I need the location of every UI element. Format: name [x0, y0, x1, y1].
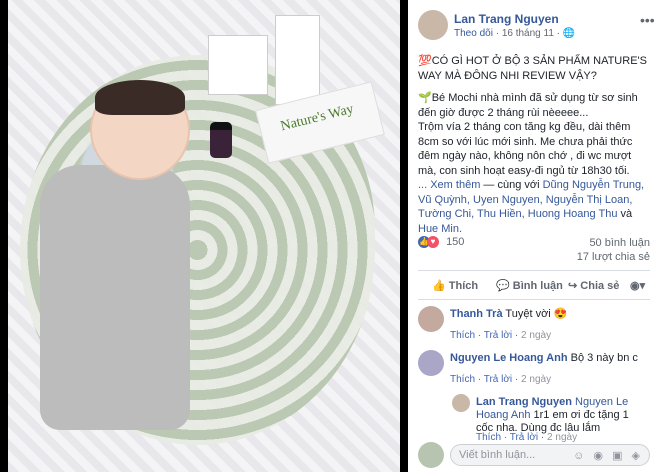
post-paragraph-1: 🌱Bé Mochi nhà mình đã sử dụng từ sơ sinh…: [418, 92, 638, 119]
reaction-count[interactable]: 150: [446, 236, 464, 248]
commenter-avatar[interactable]: [418, 306, 444, 332]
follow-link[interactable]: Theo dõi: [454, 28, 493, 39]
like-icon: 👍: [432, 280, 446, 292]
comment-label: Bình luận: [512, 280, 563, 292]
like-label: Thích: [448, 280, 479, 292]
post-time[interactable]: 16 tháng 11: [502, 28, 554, 39]
comment-actions: Thích · Trả lời · 2 ngày: [450, 330, 552, 341]
comment-composer: Viết bình luận... ☺ ◉ ▣ ◈: [418, 442, 650, 468]
and-text: và: [620, 208, 633, 220]
post-photo[interactable]: Nature's Way: [0, 0, 408, 472]
action-bar: 👍 Thích 💬 Bình luận ↪ Chia sẻ ◉▾: [418, 275, 650, 297]
commenter-name[interactable]: Nguyen Le Hoang Anh: [450, 352, 568, 364]
comment-body: Thanh Trà Tuyệt vời 😍: [450, 308, 650, 321]
comment-reply-link[interactable]: Trả lời: [484, 374, 512, 385]
more-options-icon[interactable]: •••: [640, 12, 655, 28]
comment-time[interactable]: 2 ngày: [521, 374, 551, 385]
post-header: Lan Trang Nguyen Theo dõi · 16 tháng 11 …: [418, 10, 575, 40]
reactions-bar: 👍 ♥ 150 50 bình luận 17 lượt chia sẻ: [418, 236, 650, 263]
share-button[interactable]: ↪ Chia sẻ: [568, 279, 619, 292]
comment-placeholder: Viết bình luận...: [459, 449, 536, 461]
engagement-counts: 50 bình luận 17 lượt chia sẻ: [577, 236, 650, 264]
facebook-post-viewer: Nature's Way Lan Trang Nguyen Theo dõi ·…: [0, 0, 660, 472]
post-meta: Theo dõi · 16 tháng 11 · 🌐: [454, 28, 576, 39]
post-paragraph-2: Trộm vía 2 tháng con tăng kg đều, dài th…: [418, 121, 633, 177]
replier-name[interactable]: Lan Trang Nguyen: [476, 396, 572, 408]
share-count[interactable]: 17 lượt chia sẻ: [577, 250, 650, 264]
baby-suit: [40, 165, 190, 430]
share-icon: ↪: [568, 280, 578, 292]
globe-icon: 🌐: [562, 28, 576, 39]
post-text: 💯CÓ GÌ HOT Ở BỘ 3 SẢN PHẨM NATURE'S WAY …: [418, 54, 650, 236]
composer-icons[interactable]: ☺ ◉ ▣ ◈: [573, 449, 643, 462]
comment-button[interactable]: 💬 Bình luận: [496, 279, 563, 292]
comment-text: Bộ 3 này bn c: [570, 352, 638, 364]
comment-like-link[interactable]: Thích: [450, 374, 475, 385]
post-headline: 💯CÓ GÌ HOT Ở BỘ 3 SẢN PHẨM NATURE'S WAY …: [418, 55, 647, 82]
brand-text: Nature's Way: [279, 101, 356, 135]
see-more-link[interactable]: ... Xem thêm: [418, 179, 480, 191]
comment-actions: Thích · Trả lời · 2 ngày: [450, 374, 552, 385]
product-box: [275, 15, 320, 105]
commenter-avatar[interactable]: [418, 350, 444, 376]
heart-reaction-icon: ♥: [427, 236, 439, 249]
commenter-name[interactable]: Thanh Trà: [450, 308, 503, 320]
comment-count[interactable]: 50 bình luận: [577, 236, 650, 250]
divider: [418, 270, 650, 271]
author-name[interactable]: Lan Trang Nguyen: [454, 12, 559, 26]
like-button[interactable]: 👍 Thích: [432, 279, 478, 292]
with-prefix: — cùng với: [483, 179, 540, 191]
comment-time[interactable]: 2 ngày: [521, 330, 551, 341]
post-tags: ... Xem thêm — cùng với Dũng Nguyễn Trun…: [418, 178, 650, 236]
baby-hair: [95, 80, 185, 115]
author-avatar[interactable]: [418, 10, 448, 40]
supplement-bottle: [210, 122, 232, 158]
comment-reply-link[interactable]: Trả lời: [484, 330, 512, 341]
comment-icon: 💬: [496, 280, 510, 292]
comment-text: Tuyệt vời 😍: [505, 308, 568, 320]
post-panel: Lan Trang Nguyen Theo dõi · 16 tháng 11 …: [408, 0, 660, 472]
audience-selector[interactable]: ◉▾: [630, 279, 645, 292]
tagged-person-last[interactable]: Hue Min.: [418, 223, 462, 235]
share-label: Chia sẻ: [580, 280, 620, 292]
comment-like-link[interactable]: Thích: [450, 330, 475, 341]
baby-figure: [40, 80, 190, 430]
replier-avatar[interactable]: [452, 394, 470, 412]
viewer-avatar: [418, 442, 444, 468]
reply-body: Lan Trang Nguyen Nguyen Le Hoang Anh 1r1…: [476, 396, 648, 435]
comment-body: Nguyen Le Hoang Anh Bộ 3 này bn c: [450, 352, 650, 365]
product-box: [208, 35, 268, 95]
comment-input[interactable]: Viết bình luận... ☺ ◉ ▣ ◈: [450, 444, 650, 466]
divider: [418, 299, 650, 300]
